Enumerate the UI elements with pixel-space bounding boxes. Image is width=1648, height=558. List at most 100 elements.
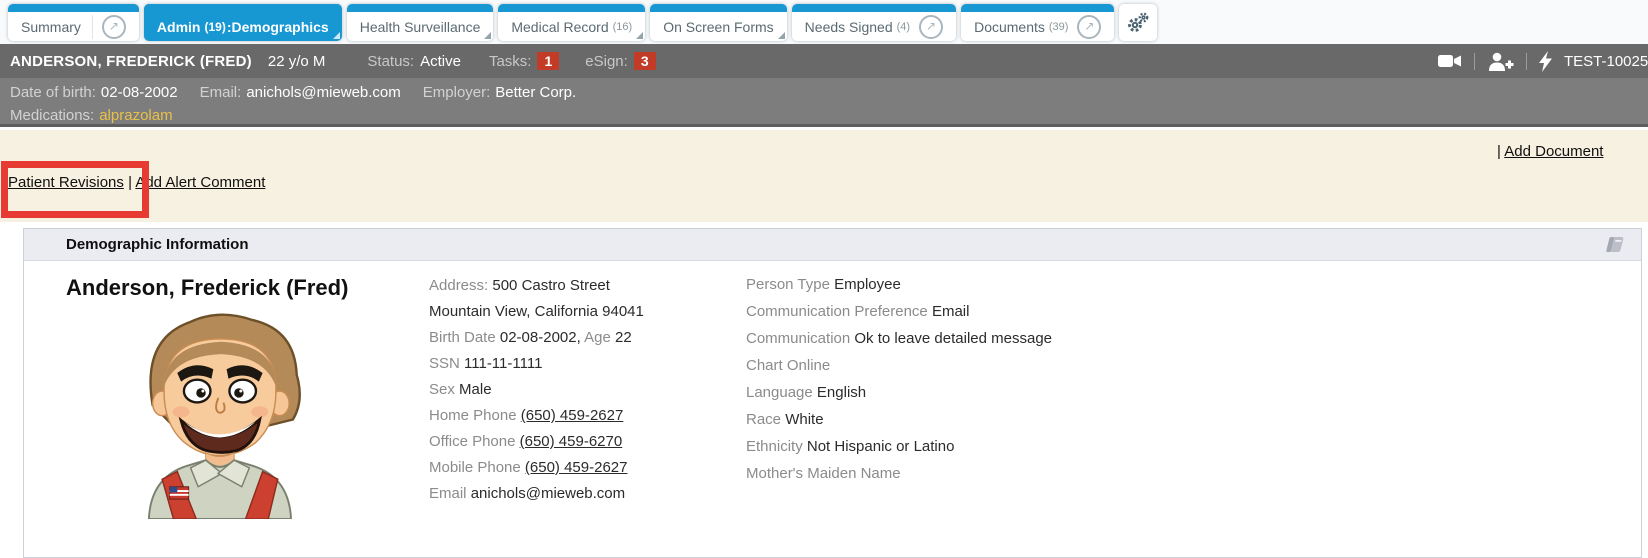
mobile-phone-label: Mobile Phone: [429, 459, 521, 476]
tab-medical-record-count: (16): [613, 21, 633, 33]
demographic-panel: Demographic Information Anderson, Freder…: [23, 228, 1642, 558]
patient-name: ANDERSON, FREDERICK (FRED): [10, 53, 252, 70]
email-label: Email:: [200, 84, 242, 101]
patient-age-sex: 22 y/o M: [268, 53, 326, 70]
tab-fold-icon: [636, 32, 643, 39]
field-ethnicity: Ethnicity Not Hispanic or Latino: [746, 433, 1052, 460]
ethnicity-label: Ethnicity: [746, 438, 803, 455]
tab-summary[interactable]: Summary ↗: [8, 4, 139, 41]
open-in-new-icon[interactable]: ↗: [919, 15, 943, 39]
tab-admin-demographics[interactable]: Admin (19) :Demographics: [144, 4, 342, 41]
divider: [1526, 53, 1527, 70]
tab-needs-signed-count: (4): [897, 21, 910, 33]
tasks-label: Tasks:: [489, 53, 532, 70]
divider: [1474, 53, 1475, 70]
home-phone-label: Home Phone: [429, 407, 517, 424]
mothers-maiden-name-label: Mother's Maiden Name: [746, 465, 901, 482]
field-mothers-maiden-name: Mother's Maiden Name: [746, 460, 1052, 487]
tab-health-surveillance[interactable]: Health Surveillance: [347, 4, 494, 41]
field-race: Race White: [746, 406, 1052, 433]
ssn-label: SSN: [429, 355, 460, 372]
patient-bar-actions: TEST-10025: [1438, 44, 1648, 78]
home-phone-link[interactable]: (650) 459-2627: [521, 407, 624, 424]
birth-date-label: Birth Date: [429, 329, 496, 346]
add-document-link[interactable]: Add Document: [1504, 143, 1603, 160]
chart-tab-bar: Summary ↗ Admin (19) :Demographics Healt…: [0, 0, 1648, 44]
sex-label: Sex: [429, 381, 455, 398]
field-language: Language English: [746, 379, 1052, 406]
info-line-1: Date of birth:02-08-2002Email:anichols@m…: [10, 81, 1648, 104]
address-value: 500 Castro Street: [492, 277, 610, 294]
tab-admin-suffix: :Demographics: [227, 19, 329, 35]
communication-preference-label: Communication Preference: [746, 303, 928, 320]
field-sex: Sex Male: [429, 377, 644, 403]
address-line2-value: Mountain View, California 94041: [429, 303, 644, 320]
email-label: Email: [429, 485, 467, 502]
age-value: 22: [615, 329, 632, 346]
ethnicity-value: Not Hispanic or Latino: [807, 438, 955, 455]
chart-tabs: Summary ↗ Admin (19) :Demographics Healt…: [8, 4, 1157, 41]
lightning-icon[interactable]: [1539, 51, 1552, 72]
field-birth-date: Birth Date 02-08-2002, Age 22: [429, 325, 644, 351]
tab-needs-signed[interactable]: Needs Signed (4) ↗: [792, 4, 956, 41]
tab-divider: [92, 15, 93, 39]
office-phone-label: Office Phone: [429, 433, 515, 450]
tab-on-screen-forms-label: On Screen Forms: [663, 19, 773, 35]
divider: |: [1497, 143, 1501, 160]
tab-medical-record[interactable]: Medical Record (16): [498, 4, 645, 41]
email-value: anichols@mieweb.com: [246, 84, 400, 101]
field-chart-online: Chart Online: [746, 352, 1052, 379]
tab-documents-label: Documents: [974, 19, 1045, 35]
status-value: Active: [420, 53, 461, 70]
field-office-phone: Office Phone (650) 459-6270: [429, 429, 644, 455]
video-camera-icon[interactable]: [1438, 53, 1462, 69]
add-alert-comment-link[interactable]: Add Alert Comment: [135, 174, 265, 191]
field-communication-preference: Communication Preference Email: [746, 298, 1052, 325]
gear-icon: [1126, 11, 1150, 35]
status-label: Status:: [367, 53, 414, 70]
add-document-group: | Add Document: [1497, 143, 1603, 160]
address-label: Address:: [429, 277, 488, 294]
info-line-2: Medications:alprazolam: [10, 104, 1648, 127]
patient-header-bar: ANDERSON, FREDERICK (FRED) 22 y/o M Stat…: [0, 44, 1648, 78]
settings-button[interactable]: [1119, 4, 1157, 41]
demographic-patient-name: Anderson, Frederick (Fred): [66, 275, 348, 301]
age-label: Age: [584, 329, 611, 346]
sex-value: Male: [459, 381, 492, 398]
field-address-line2: Mountain View, California 94041: [429, 299, 644, 325]
field-ssn: SSN 111-11-1111: [429, 351, 644, 377]
email-value: anichols@mieweb.com: [471, 485, 625, 502]
office-phone-link[interactable]: (650) 459-6270: [520, 433, 623, 450]
tab-documents[interactable]: Documents (39) ↗: [961, 4, 1114, 41]
field-person-type: Person Type Employee: [746, 271, 1052, 298]
tab-on-screen-forms[interactable]: On Screen Forms: [650, 4, 786, 41]
patient-avatar[interactable]: [124, 301, 314, 519]
esign-label: eSign:: [585, 53, 628, 70]
employer-label: Employer:: [423, 84, 491, 101]
annotation-box: [1, 161, 149, 218]
tasks-badge[interactable]: 1: [537, 52, 559, 70]
esign-badge[interactable]: 3: [634, 52, 656, 70]
tab-needs-signed-label: Needs Signed: [805, 19, 893, 35]
field-email: Email anichols@mieweb.com: [429, 481, 644, 507]
dob-value: 02-08-2002: [101, 84, 178, 101]
book-icon[interactable]: [1603, 236, 1627, 254]
ssn-value: 111-11-1111: [464, 355, 542, 372]
tab-health-surveillance-label: Health Surveillance: [360, 19, 481, 35]
panel-header: Demographic Information: [24, 229, 1641, 261]
race-value: White: [785, 411, 823, 428]
mobile-phone-link[interactable]: (650) 459-2627: [525, 459, 628, 476]
patient-info-bar: Date of birth:02-08-2002Email:anichols@m…: [0, 78, 1648, 127]
medications-value[interactable]: alprazolam: [99, 107, 172, 124]
tab-fold-icon: [484, 32, 491, 39]
field-address: Address: 500 Castro Street: [429, 273, 644, 299]
language-value: English: [817, 384, 866, 401]
panel-title: Demographic Information: [66, 236, 1603, 253]
demographics-middle-column: Address: 500 Castro Street Mountain View…: [429, 273, 644, 507]
add-person-icon[interactable]: [1487, 52, 1514, 71]
open-in-new-icon[interactable]: ↗: [1077, 15, 1101, 39]
tab-fold-icon: [778, 32, 785, 39]
tab-documents-count: (39): [1049, 21, 1069, 33]
tab-medical-record-label: Medical Record: [511, 19, 608, 35]
open-in-new-icon[interactable]: ↗: [102, 15, 126, 39]
